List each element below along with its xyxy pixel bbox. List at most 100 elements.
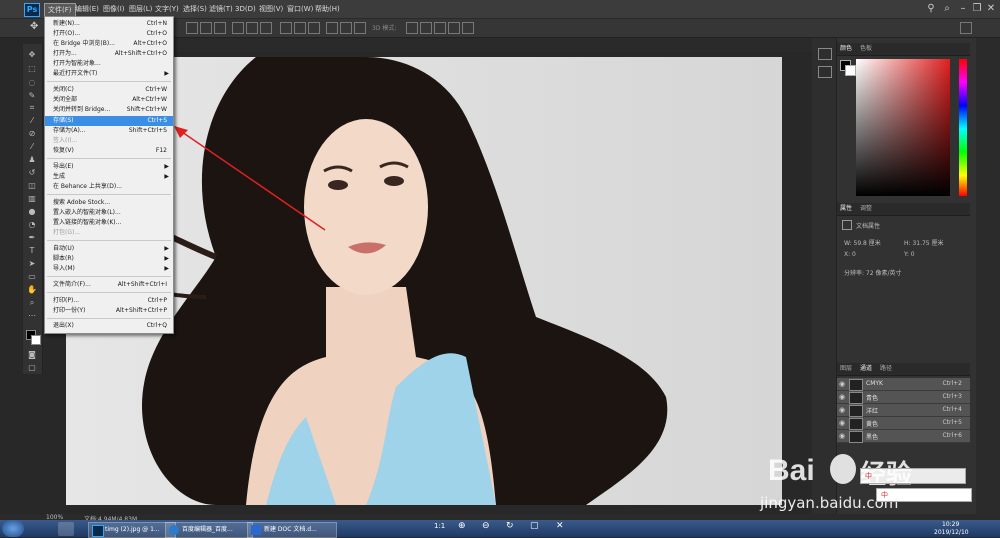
visibility-eye-icon[interactable]: ◉ <box>839 406 845 414</box>
visibility-eye-icon[interactable]: ◉ <box>839 419 845 427</box>
distribute-center-icon[interactable] <box>340 22 352 34</box>
workspace-icon[interactable] <box>960 22 972 34</box>
width-value[interactable]: W: 59.8 厘米 <box>844 238 881 247</box>
x-value[interactable]: X: 0 <box>844 251 856 258</box>
align-middle-icon[interactable] <box>200 22 212 34</box>
menu-item-close-all[interactable]: 关闭全部 Alt+Ctrl+W <box>45 95 173 105</box>
menu-item-share-behance[interactable]: 在 Behance 上共享(D)... <box>45 182 173 192</box>
menu-3d[interactable]: 3D(D) <box>232 3 259 15</box>
ime-toolbar-duplicate[interactable]: 中 <box>860 468 966 484</box>
menu-item-open-as[interactable]: 打开为... Alt+Shift+Ctrl+O <box>45 49 173 59</box>
visibility-eye-icon[interactable]: ◉ <box>839 393 845 401</box>
zoom-in-icon[interactable]: ⊕ <box>458 521 466 531</box>
tab-properties[interactable]: 属性 <box>840 204 852 214</box>
close-icon[interactable]: ✕ <box>984 2 998 16</box>
taskbar-doc[interactable]: 新建 DOC 文档.d... <box>247 522 337 538</box>
y-value[interactable]: Y: 0 <box>904 251 915 258</box>
visibility-eye-icon[interactable]: ◉ <box>839 380 845 388</box>
eraser-tool[interactable]: ◫ <box>26 181 38 191</box>
align-top-icon[interactable] <box>186 22 198 34</box>
delete-icon[interactable]: ✕ <box>556 521 564 531</box>
menu-item-revert[interactable]: 恢复(V) F12 <box>45 146 173 156</box>
eyedropper-tool[interactable]: ⁄ <box>26 116 38 126</box>
taskbar-app-icon[interactable] <box>58 522 74 536</box>
channel-row[interactable]: ◉ 洋红 Ctrl+4 <box>837 404 970 417</box>
menu-item-automate[interactable]: 自动(U) ▶ <box>45 244 173 254</box>
tab-channels[interactable]: 通道 <box>860 364 872 374</box>
align-bottom-icon[interactable] <box>214 22 226 34</box>
share-icon[interactable]: ⚲ <box>924 2 938 16</box>
marquee-tool[interactable]: ⬚ <box>26 64 38 74</box>
align-right-icon[interactable] <box>260 22 272 34</box>
stamp-tool[interactable]: ♟ <box>26 155 38 165</box>
menu-item-file-info[interactable]: 文件简介(F)... Alt+Shift+Ctrl+I <box>45 280 173 290</box>
tab-swatches[interactable]: 色板 <box>860 44 872 54</box>
hand-tool[interactable]: ✋ <box>26 285 38 295</box>
more-tools-icon[interactable]: ⋯ <box>26 311 38 321</box>
menu-item-generate[interactable]: 生成 ▶ <box>45 172 173 182</box>
menu-item-exit[interactable]: 退出(X) Ctrl+Q <box>45 321 173 331</box>
viewer-ratio[interactable]: 1:1 <box>434 522 445 530</box>
quick-select-tool[interactable]: ✎ <box>26 91 38 101</box>
menu-item-new[interactable]: 新建(N)... Ctrl+N <box>45 19 173 29</box>
channel-row[interactable]: ◉ 黑色 Ctrl+6 <box>837 430 970 443</box>
3d-slide-icon[interactable] <box>448 22 460 34</box>
menu-item-save-as[interactable]: 存储为(A)... Shift+Ctrl+S <box>45 126 173 136</box>
search-icon[interactable]: ⌕ <box>940 2 954 16</box>
type-tool[interactable]: T <box>26 246 38 256</box>
distribute-left-icon[interactable] <box>326 22 338 34</box>
menu-item-import[interactable]: 导入(M) ▶ <box>45 264 173 274</box>
menu-layer[interactable]: 图层(L) <box>126 3 155 15</box>
pen-tool[interactable]: ✒ <box>26 233 38 243</box>
lasso-tool[interactable]: ◌ <box>26 78 38 88</box>
menu-view[interactable]: 视图(V) <box>256 3 286 15</box>
zoom-tool[interactable]: ⌕ <box>26 298 38 308</box>
start-button[interactable] <box>2 520 24 537</box>
align-center-icon[interactable] <box>246 22 258 34</box>
screen-mode-icon[interactable]: ▢ <box>26 363 38 373</box>
menu-item-search-stock[interactable]: 搜索 Adobe Stock... <box>45 198 173 208</box>
channel-row[interactable]: ◉ 青色 Ctrl+3 <box>837 391 970 404</box>
tab-paths[interactable]: 路径 <box>880 364 892 374</box>
tab-color[interactable]: 颜色 <box>840 44 852 54</box>
channel-row[interactable]: ◉ CMYK Ctrl+2 <box>837 378 970 391</box>
3d-rotate-icon[interactable] <box>406 22 418 34</box>
background-color-swatch[interactable] <box>31 335 41 345</box>
move-tool-icon[interactable]: ✥ <box>30 21 38 32</box>
brush-tool[interactable]: ⁄ <box>26 142 38 152</box>
menu-item-recent-files[interactable]: 最近打开文件(T) ▶ <box>45 69 173 79</box>
dodge-tool[interactable]: ◔ <box>26 220 38 230</box>
menu-item-export[interactable]: 导出(E) ▶ <box>45 162 173 172</box>
menu-image[interactable]: 图像(I) <box>100 3 128 15</box>
menu-edit[interactable]: 编辑(E) <box>72 3 102 15</box>
distribute-right-icon[interactable] <box>354 22 366 34</box>
history-brush-tool[interactable]: ↺ <box>26 168 38 178</box>
taskbar-photoshop[interactable]: timg (2).jpg @ 1... <box>88 522 176 538</box>
minimize-icon[interactable]: – <box>956 2 970 16</box>
align-left-icon[interactable] <box>232 22 244 34</box>
crop-tool[interactable]: ⌗ <box>26 103 38 113</box>
menu-type[interactable]: 文字(Y) <box>152 3 182 15</box>
photoshop-logo[interactable]: Ps <box>24 3 40 17</box>
history-panel-icon[interactable] <box>818 48 832 60</box>
menu-item-print-one-copy[interactable]: 打印一份(Y) Alt+Shift+Ctrl+P <box>45 306 173 316</box>
menu-item-save[interactable]: 存储(S) Ctrl+S <box>45 116 173 126</box>
visibility-eye-icon[interactable]: ◉ <box>839 432 845 440</box>
tab-layers[interactable]: 图层 <box>840 364 852 374</box>
height-value[interactable]: H: 31.75 厘米 <box>904 238 944 247</box>
menu-item-close-go-bridge[interactable]: 关闭并转到 Bridge... Shift+Ctrl+W <box>45 105 173 115</box>
shape-tool[interactable]: ▭ <box>26 272 38 282</box>
blur-tool[interactable]: ● <box>26 207 38 217</box>
menu-help[interactable]: 帮助(H) <box>312 3 343 15</box>
menu-item-open[interactable]: 打开(O)... Ctrl+O <box>45 29 173 39</box>
menu-item-close[interactable]: 关闭(C) Ctrl+W <box>45 85 173 95</box>
restore-icon[interactable]: ❐ <box>970 2 984 16</box>
color-picker-field[interactable] <box>856 59 950 196</box>
taskbar-baidu-editor[interactable]: 百度编辑器_百度... <box>165 522 253 538</box>
healing-tool[interactable]: ⊘ <box>26 129 38 139</box>
actions-panel-icon[interactable] <box>818 66 832 78</box>
3d-roll-icon[interactable] <box>420 22 432 34</box>
menu-item-browse-bridge[interactable]: 在 Bridge 中浏览(B)... Alt+Ctrl+O <box>45 39 173 49</box>
gradient-tool[interactable]: ▥ <box>26 194 38 204</box>
path-select-tool[interactable]: ➤ <box>26 259 38 269</box>
